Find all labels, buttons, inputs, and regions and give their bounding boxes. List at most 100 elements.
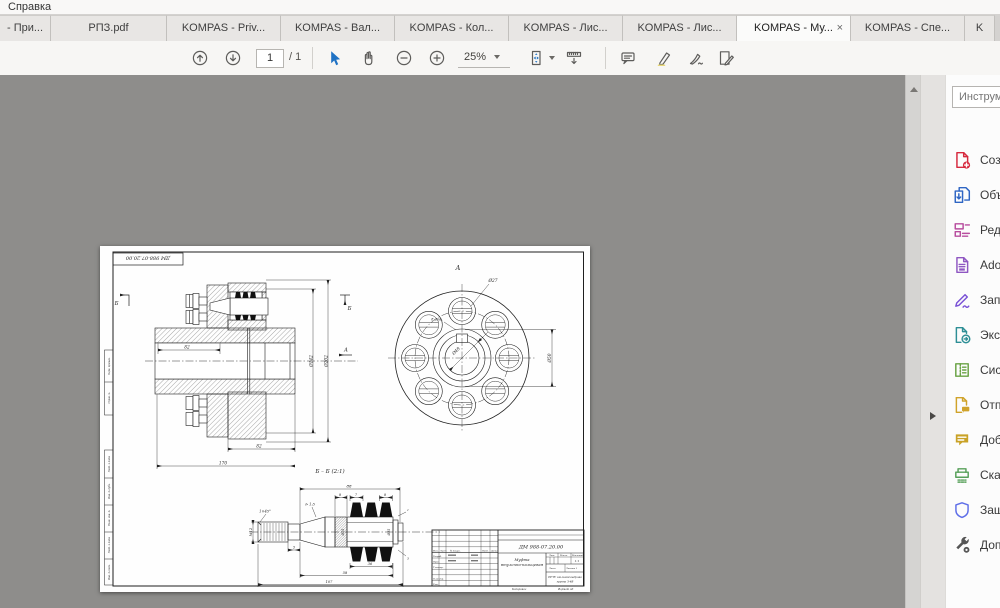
section-mark-b: Б	[114, 301, 119, 307]
title-block: Изм. Лист № докум. Подп. Дата Разраб. Пр…	[432, 530, 584, 591]
tab-kompas-lis-2[interactable]: KOMPAS - Лис...	[623, 15, 737, 41]
tb-label: Лит.	[548, 554, 555, 557]
acrobat-window: { "menu": { "items": ["Справка"] }, "tab…	[0, 0, 1000, 608]
dim-label: 36	[368, 562, 373, 566]
page-number-input[interactable]: 1	[256, 49, 284, 68]
sign-tool-icon[interactable]	[688, 50, 704, 66]
tab-close-icon[interactable]: ×	[837, 16, 843, 41]
tool-send-review[interactable]: Отправить на рецензирование	[946, 387, 1000, 422]
scan-icon	[953, 466, 971, 484]
viewer-toolbar: 1 / 1 25%	[0, 41, 1000, 76]
side-stamp-label: Подп. и дата	[108, 455, 111, 473]
dim-label: 8	[384, 493, 386, 497]
tb-label: Т.контр.	[433, 566, 444, 569]
fit-page-icon[interactable]	[528, 50, 544, 66]
tool-scan-ocr[interactable]: Сканирование и распознавание	[946, 457, 1000, 492]
side-stamp-label: Взам. инв. №	[108, 509, 111, 526]
tool-export-pdf[interactable]: Экспорт PDF	[946, 317, 1000, 352]
edit-pdf-icon	[953, 221, 971, 239]
tb-label: Копировал	[511, 588, 527, 591]
panel-collapse-strip	[920, 75, 946, 608]
dim-label: 3	[407, 557, 409, 561]
section-mark-b: Б	[347, 306, 352, 312]
dim-label: 88	[346, 484, 352, 489]
toolbar-separator	[312, 47, 313, 69]
tool-adobe-sign[interactable]: Adobe Sign	[946, 247, 1000, 282]
panel-collapse-arrow-icon[interactable]	[930, 412, 936, 420]
tb-doc-number: ДМ 988-07.20.00	[518, 545, 564, 551]
menu-item-help[interactable]: Справка	[0, 1, 51, 13]
tool-protect[interactable]: Защитить	[946, 492, 1000, 527]
tool-combine-files[interactable]: Объединить файлы	[946, 177, 1000, 212]
select-tool-icon[interactable]	[326, 50, 342, 66]
tb-label: Утв.	[433, 583, 439, 586]
tab-kompas-partial[interactable]: K	[965, 15, 995, 41]
dim-label: 107	[326, 580, 333, 584]
tb-scale: 1:1	[575, 559, 580, 563]
tool-more-tools[interactable]: Дополнительные инструменты	[946, 527, 1000, 562]
tools-search-input[interactable]	[952, 86, 1000, 108]
tool-fill-sign[interactable]: Заполнить и подписать	[946, 282, 1000, 317]
dim-label: 82	[256, 445, 262, 450]
scroll-up-arrow-icon[interactable]	[910, 87, 918, 92]
zoom-out-button[interactable]	[396, 50, 412, 66]
dim-label: Ø202	[324, 355, 330, 368]
comment-tool-icon[interactable]	[620, 50, 636, 66]
vertical-scrollbar[interactable]	[905, 75, 921, 608]
pdf-page: Перв. примен. Справ. № Подп. и дата Инв.…	[100, 246, 590, 592]
dim-label: Ø25	[340, 529, 345, 537]
export-pdf-icon	[953, 326, 971, 344]
next-page-button[interactable]	[225, 50, 241, 66]
face-view-a: А	[388, 264, 556, 432]
tab-kompas-val[interactable]: KOMPAS - Вал...	[281, 15, 395, 41]
dim-label: Ø50	[547, 353, 553, 363]
tools-panel: Создать PDF Объединить файлы Редактирова…	[945, 75, 1000, 608]
previous-page-button[interactable]	[192, 50, 208, 66]
more-tools-icon	[953, 536, 971, 554]
page-scrolling-icon[interactable]	[566, 50, 582, 66]
side-stamp-label: Инв. № дубл.	[108, 483, 111, 500]
drawing-mufta: Перв. примен. Справ. № Подп. и дата Инв.…	[100, 246, 590, 592]
tab-prilozhenie[interactable]: - При...	[0, 15, 51, 41]
view-a-label: А	[455, 264, 461, 272]
zoom-in-button[interactable]	[429, 50, 445, 66]
tab-kompas-priv[interactable]: KOMPAS - Priv...	[167, 15, 281, 41]
dim-label: 5	[293, 546, 295, 550]
combine-files-icon	[953, 186, 971, 204]
dim-note: 8 отв.	[431, 318, 443, 322]
tab-rpz-pdf[interactable]: РПЗ.pdf	[51, 15, 167, 41]
dim-note: 1×45°	[259, 510, 271, 514]
highlight-tool-icon[interactable]	[656, 50, 672, 66]
tab-kompas-kol[interactable]: KOMPAS - Кол...	[395, 15, 509, 41]
zoom-level-dropdown[interactable]: 25%	[458, 49, 510, 68]
chevron-down-icon	[494, 55, 500, 59]
tool-create-pdf[interactable]: Создать PDF	[946, 142, 1000, 177]
dim-label: 1	[407, 508, 409, 512]
tb-label: Формат А3	[558, 588, 574, 591]
page-count-label: / 1	[289, 51, 301, 63]
dim-label: 8	[339, 493, 341, 497]
dim-label: Ø27	[488, 278, 498, 284]
side-stamp-label: Перв. примен.	[108, 357, 111, 376]
corner-stamp-number: ДМ 988-07.20.00	[125, 255, 171, 261]
tab-kompas-mufta-active[interactable]: KOMPAS - Му... ×	[737, 15, 851, 41]
tb-org-line1: НГТУ им.Александрова	[547, 575, 582, 579]
stamp-tool-icon[interactable]	[718, 50, 734, 66]
tab-kompas-lis-1[interactable]: KOMPAS - Лис...	[509, 15, 623, 41]
tool-organize-pages[interactable]: Систематизировать страницы	[946, 352, 1000, 387]
hand-tool-icon[interactable]	[361, 50, 377, 66]
section-bb-view: Б – Б (2:1)	[248, 468, 440, 587]
document-canvas[interactable]: Перв. примен. Справ. № Подп. и дата Инв.…	[0, 75, 905, 608]
tb-label: Изм.	[432, 549, 439, 552]
protect-icon	[953, 501, 971, 519]
tool-edit-pdf[interactable]: Редактировать PDF	[946, 212, 1000, 247]
side-stamp-label: Подп. и дата	[108, 536, 111, 554]
tb-name-line2: втулочно-пальцевая	[501, 562, 544, 567]
dim-label: 58	[343, 571, 348, 575]
adobe-sign-icon	[953, 256, 971, 274]
side-stamp-label: Инв. № подл.	[108, 564, 111, 581]
tb-label: № докум.	[449, 549, 461, 552]
tb-label: Пров.	[432, 561, 440, 564]
tab-kompas-spe[interactable]: KOMPAS - Спе...	[851, 15, 965, 41]
tool-comment[interactable]: Добавить комментарий	[946, 422, 1000, 457]
